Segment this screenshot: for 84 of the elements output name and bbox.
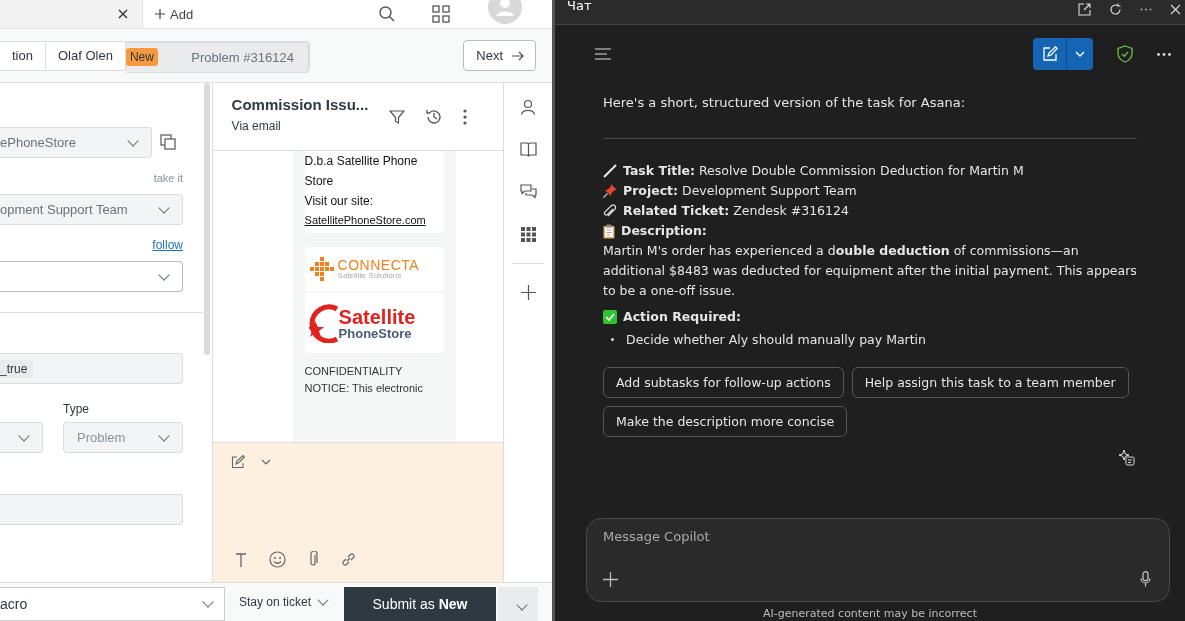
shield-check-icon[interactable] (1117, 45, 1133, 63)
paperclip-icon (603, 204, 617, 218)
tab-label: Olaf Olen (57, 48, 113, 63)
link-icon[interactable] (339, 551, 357, 568)
more-icon[interactable] (463, 108, 468, 125)
message-input[interactable]: Message Copilot (603, 529, 1151, 544)
status-badge: New (125, 48, 158, 66)
open-external-icon[interactable] (1078, 2, 1091, 16)
action-item: Decide whether Aly should manually pay Martin (626, 332, 926, 347)
suggestion-chip[interactable]: Help assign this task to a team member (851, 367, 1129, 398)
type-label: Type (63, 402, 90, 416)
stay-dropdown[interactable]: Stay on ticket (239, 595, 344, 609)
tab-label: tion (12, 48, 33, 63)
apps-icon[interactable] (520, 227, 536, 242)
check-box-icon (603, 309, 617, 324)
visit-text: Visit our site: (304, 193, 375, 210)
confidentiality-text: CONFIDENTIALITY NOTICE: This electronic (304, 364, 424, 396)
field-text: Project: Development Support Team (623, 182, 857, 200)
suggestion-chip[interactable]: Make the description more concise (603, 406, 848, 437)
bullet-icon (611, 338, 614, 341)
intro-text: Here's a short, structured version of the task for Asana: (603, 95, 967, 110)
suggestion-chip[interactable]: Add subtasks for follow-up actions (603, 367, 844, 398)
window-title: Чат (567, 0, 592, 13)
conversation-title: Commission Issu... (231, 96, 370, 113)
company-text: D.b.a Satellite Phone Store (304, 153, 419, 190)
chevron-down-icon (1075, 51, 1085, 57)
chat-bubbles-icon[interactable] (519, 184, 537, 200)
action-label: Action Required: (623, 309, 741, 324)
description-text: Martin M's order has experienced a double deduction of commissions—an additional $8483 was deducted for equipment after the initial payment. This appears to be a one-off issue. (603, 242, 1137, 300)
tag: _true (0, 359, 34, 378)
ticket-tab[interactable]: New Problem #316124 (125, 41, 309, 73)
history-icon[interactable] (425, 107, 444, 126)
logo-name: CONNECTA (337, 258, 420, 272)
disclaimer-text: AI-generated content may be incorrect (762, 607, 978, 621)
filter-icon[interactable] (389, 108, 406, 125)
website-link[interactable]: SatellitePhoneStore.com (304, 211, 444, 229)
sparkle-notes-icon[interactable] (1118, 449, 1135, 466)
text-field[interactable] (0, 494, 183, 525)
group-select[interactable]: opment Support Team (0, 194, 183, 225)
submit-button[interactable]: Submit as New (344, 587, 496, 621)
organization-select[interactable]: ePhoneStore (0, 127, 152, 158)
search-icon[interactable] (378, 5, 396, 23)
ticket-tab[interactable]: tion (0, 41, 46, 70)
pushpin-icon (603, 184, 617, 198)
menu-icon[interactable] (595, 48, 612, 60)
copy-icon[interactable] (160, 134, 177, 151)
book-icon[interactable] (519, 142, 537, 157)
wand-icon (603, 164, 617, 178)
channel-label: Via email (231, 119, 282, 133)
macro-select[interactable]: acro (0, 587, 225, 621)
plus-icon[interactable] (603, 571, 618, 587)
microphone-icon[interactable] (1140, 571, 1151, 587)
arrow-icon (511, 50, 525, 61)
tab-label: Problem #316124 (191, 49, 294, 65)
attachment-icon[interactable] (307, 551, 318, 568)
logo-subtitle: PhoneStore (338, 326, 413, 340)
ticket-tab[interactable]: Olaf Olen (45, 41, 126, 70)
logo-name: Satellite (338, 306, 416, 327)
more-icon[interactable] (1140, 7, 1152, 11)
chevron-down-icon[interactable] (260, 459, 271, 465)
clipboard-icon (603, 223, 615, 239)
logo-tagline: Satellite Solutions (337, 272, 403, 280)
field-text: Task Title: Resolve Double Commission Deduction for Martin M (623, 162, 1024, 180)
compose-icon (1042, 46, 1058, 62)
close-icon[interactable] (118, 9, 128, 19)
field-text: Description: (621, 222, 707, 240)
dots-logo-icon (308, 256, 335, 282)
plus-icon[interactable] (520, 285, 536, 300)
apps-grid-icon[interactable] (432, 5, 450, 23)
next-button[interactable]: Next (463, 40, 536, 71)
new-chat-button[interactable] (1033, 38, 1093, 70)
text-format-icon[interactable] (234, 551, 247, 568)
compose-icon[interactable] (230, 455, 245, 469)
follow-link[interactable]: follow (152, 238, 183, 252)
more-icon[interactable] (1157, 52, 1171, 56)
field-text: Related Ticket: Zendesk #316124 (623, 202, 849, 220)
tags-field[interactable]: _true (0, 353, 183, 384)
star-ring-icon (308, 303, 339, 343)
plus-icon (155, 9, 165, 19)
add-tab[interactable]: Add (155, 6, 194, 22)
person-icon[interactable] (520, 99, 537, 115)
scrollbar-thumb[interactable] (203, 83, 210, 355)
refresh-icon[interactable] (1109, 2, 1122, 16)
emoji-icon[interactable] (268, 551, 286, 568)
